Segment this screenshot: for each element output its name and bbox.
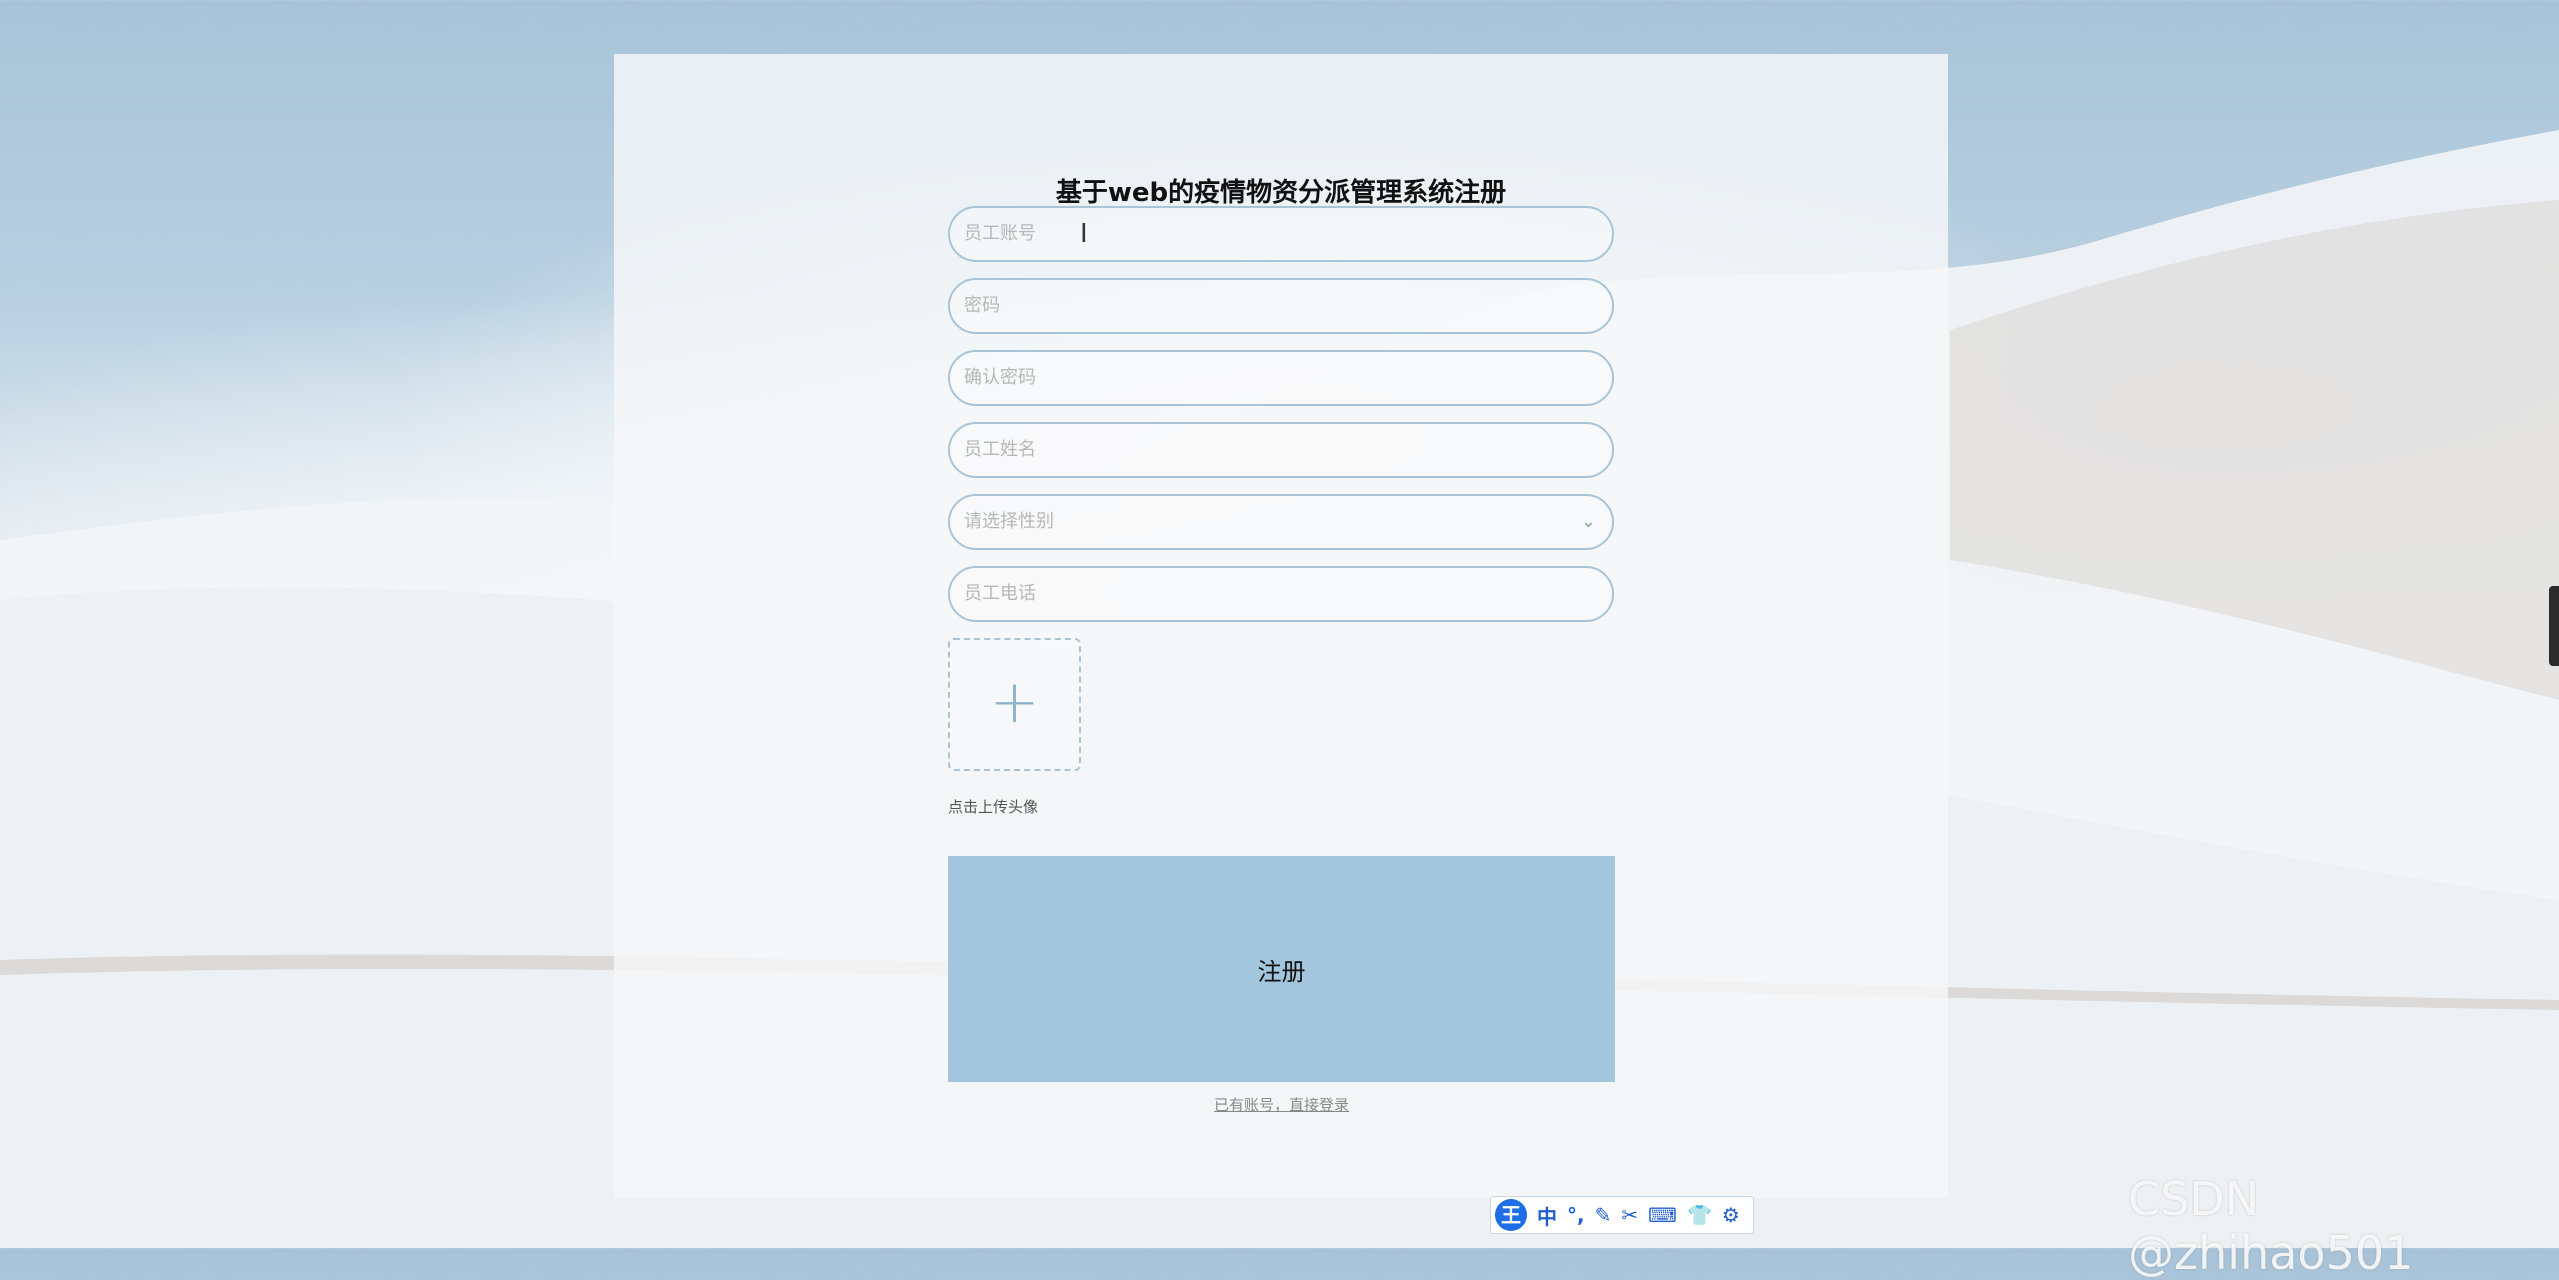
plus-icon: + bbox=[989, 667, 1040, 737]
password-placeholder: 密码 bbox=[964, 295, 1000, 316]
chevron-down-icon: ⌄ bbox=[1580, 511, 1596, 532]
ime-keyboard-icon[interactable]: ⌨ bbox=[1648, 1203, 1677, 1227]
page-title: 基于web的疫情物资分派管理系统注册 bbox=[1055, 178, 1507, 208]
watermark: CSDN @zhihao501 bbox=[2128, 1172, 2414, 1280]
gender-select[interactable]: 请选择性别 ⌄ bbox=[948, 494, 1614, 550]
ime-punctuation-icon[interactable]: °, bbox=[1567, 1203, 1585, 1227]
gender-placeholder: 请选择性别 bbox=[964, 511, 1054, 532]
name-placeholder: 员工姓名 bbox=[964, 439, 1036, 460]
text-cursor-icon: I bbox=[1080, 219, 1088, 249]
avatar-upload[interactable]: + bbox=[948, 638, 1081, 771]
ime-logo[interactable]: 王 bbox=[1495, 1199, 1527, 1231]
ime-settings-icon[interactable]: ⚙ bbox=[1722, 1203, 1740, 1227]
confirm-password-placeholder: 确认密码 bbox=[964, 367, 1036, 388]
ime-pen-icon[interactable]: ✎ bbox=[1595, 1203, 1612, 1227]
account-input[interactable]: 员工账号 I bbox=[948, 206, 1614, 262]
phone-input[interactable]: 员工电话 bbox=[948, 566, 1614, 622]
account-placeholder: 员工账号 bbox=[964, 223, 1036, 244]
side-tab[interactable] bbox=[2549, 586, 2559, 666]
name-input[interactable]: 员工姓名 bbox=[948, 422, 1614, 478]
phone-placeholder: 员工电话 bbox=[964, 583, 1036, 604]
ime-toolbar: 王 中 °, ✎ ✂ ⌨ 👕 ⚙ bbox=[1490, 1196, 1754, 1234]
ime-scissors-icon[interactable]: ✂ bbox=[1621, 1203, 1638, 1227]
ime-skin-icon[interactable]: 👕 bbox=[1687, 1203, 1712, 1227]
register-button[interactable]: 注册 bbox=[948, 856, 1615, 1082]
upload-label: 点击上传头像 bbox=[948, 798, 1039, 816]
login-link[interactable]: 已有账号，直接登录 bbox=[948, 1094, 1615, 1115]
password-input[interactable]: 密码 bbox=[948, 278, 1614, 334]
register-panel: 基于web的疫情物资分派管理系统注册 员工账号 I 密码 确认密码 员工姓名 请… bbox=[614, 54, 1948, 1198]
ime-chinese-mode-icon[interactable]: 中 bbox=[1537, 1201, 1557, 1230]
confirm-password-input[interactable]: 确认密码 bbox=[948, 350, 1614, 406]
